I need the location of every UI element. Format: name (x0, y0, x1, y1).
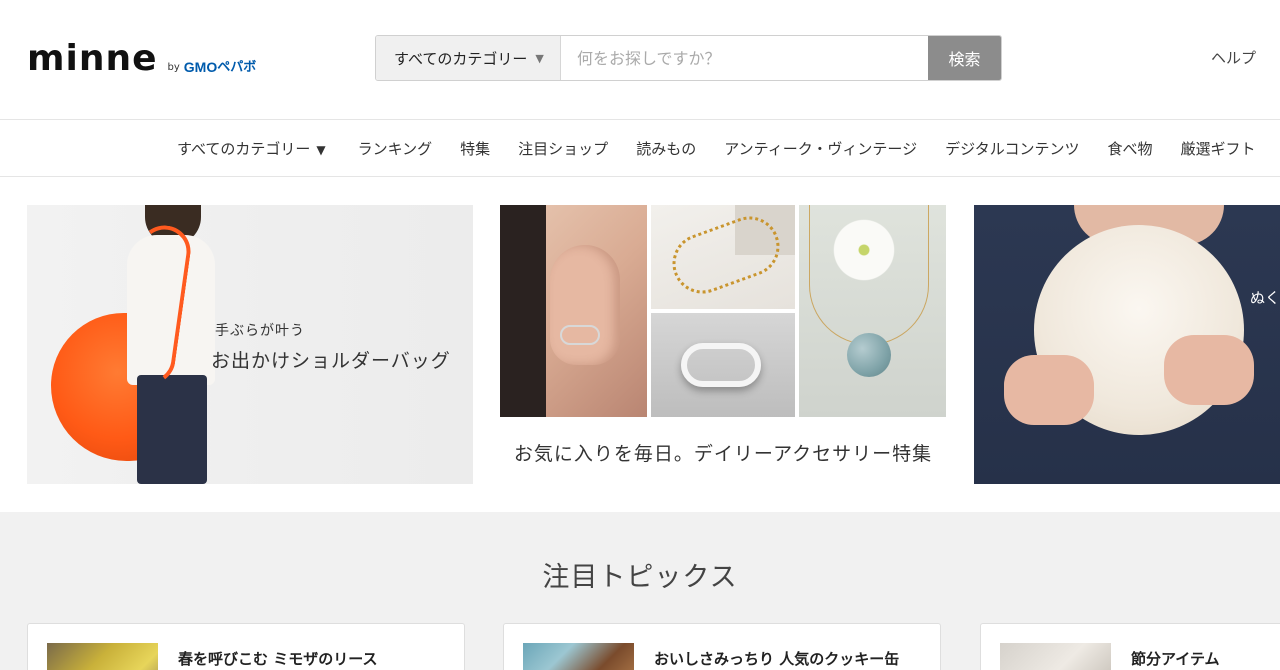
nav-item-articles[interactable]: 読みもの (636, 138, 696, 159)
nav-item-all-categories[interactable]: すべてのカテゴリー ▼ (177, 138, 326, 159)
topic-card-cookie-tin[interactable]: おいしさみっちり 人気のクッキー缶 (503, 623, 941, 670)
nav-item-ranking[interactable]: ランキング (358, 138, 433, 159)
banner-shoulder-bag[interactable]: 手ぶらが叶う お出かけショルダーバッグ (27, 205, 473, 484)
caret-down-icon: ▼ (316, 143, 326, 157)
search-input[interactable] (561, 36, 928, 80)
hair-shape (500, 205, 546, 417)
logo-company-suffix: ペパボ (217, 60, 257, 75)
banner-subcaption: 手ぶらが叶う (215, 323, 305, 339)
logo-company: GMO (183, 59, 218, 75)
nav-item-features[interactable]: 特集 (460, 138, 490, 159)
necklace-photo (799, 205, 946, 417)
featured-topics-section: 注目トピックス 春を呼びこむ ミモザのリース おいしさみっちり 人気のクッキー缶… (0, 512, 1280, 670)
logo-wordmark: minne (27, 38, 158, 79)
pendant-stone (847, 333, 891, 377)
nav-item-food[interactable]: 食べ物 (1108, 138, 1153, 159)
topic-label: 節分アイテム (1131, 650, 1220, 668)
banner-carousel: 手ぶらが叶う お出かけショルダーバッグ お気に入りを毎日。デイリーアクセサリー特… (0, 177, 1280, 512)
topic-label: 春を呼びこむ ミモザのリース (178, 650, 378, 668)
category-nav-list: すべてのカテゴリー ▼ ランキング 特集 注目ショップ 読みもの アンティーク・ヴ… (177, 120, 1280, 177)
topic-card-mimosa-wreath[interactable]: 春を呼びこむ ミモザのリース (27, 623, 465, 670)
search-bar: すべてのカテゴリー ▼ 検索 (375, 35, 1002, 81)
topic-card-setsubun[interactable]: 節分アイテム (980, 623, 1280, 670)
model-jeans (137, 375, 207, 484)
topic-thumbnail (1000, 643, 1111, 670)
flower-shape (829, 215, 899, 285)
section-title: 注目トピックス (542, 562, 738, 593)
search-category-label: すべてのカテゴリー (394, 49, 528, 68)
banner-caption: お気に入りを毎日。デイリーアクセサリー特集 (513, 443, 933, 465)
topic-thumbnail (523, 643, 634, 670)
search-button[interactable]: 検索 (928, 36, 1001, 80)
nav-item-label: すべてのカテゴリー (177, 140, 311, 158)
nav-item-gifts[interactable]: 厳選ギフト (1181, 138, 1256, 159)
left-hand-shape (1004, 355, 1094, 425)
nav-item-digital-content[interactable]: デジタルコンテンツ (945, 138, 1079, 159)
ear-shape (550, 245, 620, 365)
nav-item-featured-shops[interactable]: 注目ショップ (518, 138, 608, 159)
chevron-down-icon: ▼ (535, 51, 544, 65)
right-hand-shape (1164, 335, 1254, 405)
category-nav: すべてのカテゴリー ▼ ランキング 特集 注目ショップ 読みもの アンティーク・ヴ… (0, 120, 1280, 177)
site-header: minne by GMO ペパボ すべてのカテゴリー ▼ 検索 ヘルプ (0, 0, 1280, 120)
banner-daily-accessory[interactable]: お気に入りを毎日。デイリーアクセサリー特集 (500, 205, 946, 484)
banner-caption: ぬく (1250, 289, 1280, 307)
ear-cuff-photo (500, 205, 647, 417)
topic-label: おいしさみっちり 人気のクッキー缶 (654, 650, 900, 668)
logo-by-text: by (167, 62, 180, 73)
help-link[interactable]: ヘルプ (1211, 47, 1256, 68)
nav-item-antique-vintage[interactable]: アンティーク・ヴィンテージ (724, 138, 917, 159)
banner-fur-scarf[interactable]: ぬく (974, 205, 1280, 484)
topic-thumbnail (47, 643, 158, 670)
silver-ring-photo (651, 313, 795, 417)
search-category-select[interactable]: すべてのカテゴリー ▼ (376, 36, 561, 80)
ring-shape (681, 343, 761, 387)
banner-caption: お出かけショルダーバッグ (211, 350, 451, 372)
chain-bracelet-photo (651, 205, 795, 309)
site-logo[interactable]: minne by GMO ペパボ (27, 41, 256, 77)
ear-cuff-shape (560, 325, 600, 345)
